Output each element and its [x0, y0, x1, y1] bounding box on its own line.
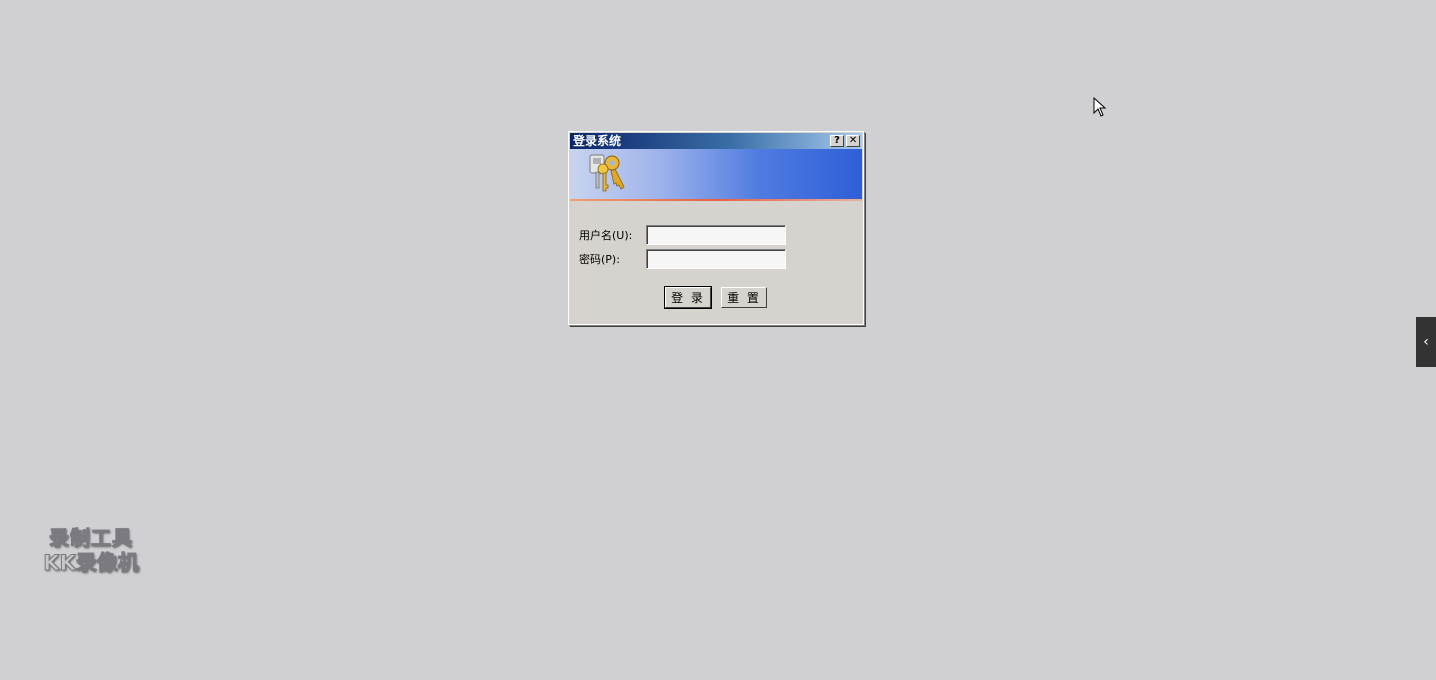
- mouse-cursor-icon: [1093, 96, 1107, 121]
- username-label: 用户名(U):: [579, 229, 633, 242]
- dialog-title: 登录系统: [573, 134, 622, 148]
- password-label: 密码(P):: [579, 253, 620, 266]
- help-button[interactable]: ?: [830, 135, 844, 147]
- reset-button[interactable]: 重 置: [721, 287, 767, 308]
- dialog-banner: [570, 149, 862, 201]
- username-row: 用户名(U):: [579, 224, 786, 246]
- desktop: 登录系统 ? ✕ 用户名(U): 密码(P): 登 录 重 置 ‹ 录制工具 K…: [0, 0, 1436, 680]
- side-panel-toggle[interactable]: ‹: [1416, 317, 1436, 367]
- keys-icon: [586, 153, 630, 199]
- watermark-line-1: 录制工具: [49, 526, 133, 551]
- watermark-line-2: KK录像机: [43, 551, 140, 576]
- recorder-watermark: 录制工具 KK录像机: [28, 526, 154, 576]
- username-input[interactable]: [646, 225, 786, 245]
- password-row: 密码(P):: [579, 248, 786, 270]
- login-form: 用户名(U): 密码(P):: [579, 224, 786, 272]
- close-button[interactable]: ✕: [846, 135, 860, 147]
- login-dialog: 登录系统 ? ✕ 用户名(U): 密码(P): 登 录 重 置: [568, 131, 864, 325]
- chevron-left-icon: ‹: [1423, 334, 1429, 350]
- login-button[interactable]: 登 录: [664, 286, 712, 309]
- password-input[interactable]: [646, 249, 786, 269]
- dialog-titlebar[interactable]: 登录系统 ? ✕: [570, 133, 862, 149]
- dialog-buttons: 登 录 重 置: [664, 286, 767, 309]
